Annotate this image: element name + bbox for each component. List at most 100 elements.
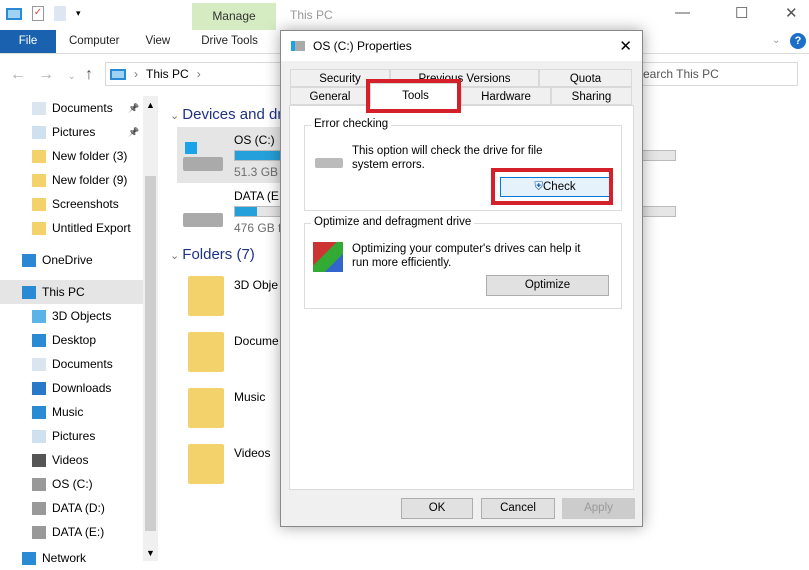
tools-highlight <box>366 79 461 113</box>
dialog-title: OS (C:) Properties <box>313 39 412 53</box>
dialog-close-button[interactable]: ✕ <box>619 37 632 55</box>
folder-icon <box>32 173 46 187</box>
computer-icon[interactable] <box>6 7 22 20</box>
pictures-icon <box>32 429 46 443</box>
video-icon <box>32 453 46 467</box>
tab-sharing[interactable]: Sharing <box>551 87 632 105</box>
search-input[interactable]: Search This PC <box>630 62 798 86</box>
close-button[interactable]: ✕ <box>785 4 798 22</box>
desktop-icon <box>32 333 46 347</box>
recent-dropdown-icon[interactable]: ⌄ <box>68 71 76 82</box>
help-icon[interactable]: ? <box>790 33 806 49</box>
ok-button[interactable]: OK <box>401 498 473 519</box>
sidebar-item[interactable]: Pictures <box>0 424 143 448</box>
sidebar-item-label: Untitled Export <box>52 221 131 235</box>
optimize-button[interactable]: Optimize <box>486 275 609 296</box>
sidebar-item-label: Documents <box>52 101 113 115</box>
sidebar-item[interactable]: OneDrive <box>0 248 143 272</box>
cancel-button[interactable]: Cancel <box>481 498 555 519</box>
breadcrumb-this-pc[interactable]: This PC <box>146 67 189 81</box>
sidebar-item[interactable]: Downloads <box>0 376 143 400</box>
network-icon <box>22 551 36 565</box>
check-highlight <box>491 168 613 205</box>
folder-label[interactable]: Videos <box>234 446 278 460</box>
sidebar-item[interactable]: Screenshots <box>0 192 143 216</box>
drive-icon <box>32 501 46 515</box>
sidebar-item[interactable]: Videos <box>0 448 143 472</box>
optimize-text: Optimizing your computer's drives can he… <box>352 243 581 269</box>
drive-icon <box>291 41 305 51</box>
tab-hardware[interactable]: Hardware <box>461 87 551 105</box>
sidebar-item-label: OneDrive <box>42 253 93 267</box>
folder-icon[interactable] <box>188 444 224 484</box>
apply-button[interactable]: Apply <box>562 498 635 519</box>
minimize-button[interactable]: — <box>675 4 690 21</box>
folder-label[interactable]: Music <box>234 390 278 404</box>
sidebar-item[interactable]: 3D Objects <box>0 304 143 328</box>
tab-file[interactable]: File <box>0 30 56 53</box>
tools-panel: Error checking This option will check th… <box>289 105 634 490</box>
window-title: This PC <box>290 8 333 22</box>
sidebar-item[interactable]: New folder (3) <box>0 144 143 168</box>
back-button[interactable]: ← <box>10 66 26 84</box>
drive-name: OS (C:) <box>234 133 275 147</box>
new-folder-icon[interactable] <box>54 6 66 21</box>
document-icon <box>32 357 46 371</box>
chevron-right-icon: › <box>196 67 201 81</box>
sidebar-item[interactable]: DATA (E:) <box>0 520 143 544</box>
sidebar-item[interactable]: Untitled Export <box>0 216 143 240</box>
sidebar-item[interactable]: New folder (9) <box>0 168 143 192</box>
properties-dialog: OS (C:) Properties ✕ Security Previous V… <box>280 30 643 527</box>
windows-logo-icon <box>185 142 197 154</box>
sidebar-item[interactable]: Network <box>0 546 143 570</box>
navigation-pane: Documents 📌 Pictures 📌 New folder (3) New fol… <box>0 96 143 570</box>
sidebar-item-label: Music <box>52 405 84 419</box>
sidebar-item[interactable]: This PC <box>0 280 143 304</box>
folders-header[interactable]: ⌄ Folders (7) <box>170 246 255 263</box>
folder-icon[interactable] <box>188 276 224 316</box>
up-button[interactable]: ↑ <box>85 66 93 84</box>
tab-quota[interactable]: Quota <box>539 69 632 87</box>
drive-icon <box>315 158 343 168</box>
sidebar-item[interactable]: Desktop <box>0 328 143 352</box>
drive-icon <box>32 477 46 491</box>
folder-icon <box>32 149 46 163</box>
folder-label[interactable]: 3D Objects <box>234 278 278 292</box>
sidebar-item-label: Desktop <box>52 333 97 347</box>
tab-computer[interactable]: Computer <box>56 30 133 53</box>
sidebar-item-label: Screenshots <box>52 197 119 211</box>
quick-access-toolbar: ✓ ▾ <box>6 6 81 21</box>
sidebar-item[interactable]: OS (C:) <box>0 472 143 496</box>
scroll-down-icon[interactable]: ▼ <box>146 548 155 558</box>
tab-general[interactable]: General <box>290 87 370 105</box>
manage-context-header: Manage <box>192 3 276 30</box>
customize-dropdown-icon[interactable]: ▾ <box>76 8 81 19</box>
sidebar-item[interactable]: DATA (D:) <box>0 496 143 520</box>
optimize-group: Optimize and defragment drive Optimizing… <box>304 216 622 309</box>
document-icon <box>32 101 46 115</box>
folder-label[interactable]: Documents <box>234 334 278 348</box>
tab-view[interactable]: View <box>133 30 184 53</box>
drive-icon <box>183 213 223 227</box>
cloud-icon <box>22 253 36 267</box>
expand-ribbon-icon[interactable]: ⌄ <box>772 35 780 46</box>
sidebar-item-label: 3D Objects <box>52 309 112 323</box>
folder-icon[interactable] <box>188 388 224 428</box>
sidebar-item-label: Pictures <box>52 429 96 443</box>
sidebar-item[interactable]: Pictures 📌 <box>0 120 143 144</box>
pin-icon[interactable]: 📌 <box>128 103 139 114</box>
chevron-right-icon: › <box>134 67 138 81</box>
scrollbar-thumb[interactable] <box>145 176 156 531</box>
forward-button[interactable]: → <box>38 66 54 84</box>
folder-icon[interactable] <box>188 332 224 372</box>
properties-icon[interactable]: ✓ <box>32 6 44 21</box>
computer-icon <box>22 285 36 299</box>
sidebar-item[interactable]: Documents <box>0 352 143 376</box>
tab-drive-tools[interactable]: Drive Tools <box>188 30 271 53</box>
sidebar-item[interactable]: Music <box>0 400 143 424</box>
pin-icon[interactable]: 📌 <box>128 127 139 138</box>
scroll-up-icon[interactable]: ▲ <box>146 100 155 110</box>
drive-icon <box>32 525 46 539</box>
sidebar-item[interactable]: Documents 📌 <box>0 96 143 120</box>
maximize-button[interactable]: ☐ <box>735 4 748 22</box>
